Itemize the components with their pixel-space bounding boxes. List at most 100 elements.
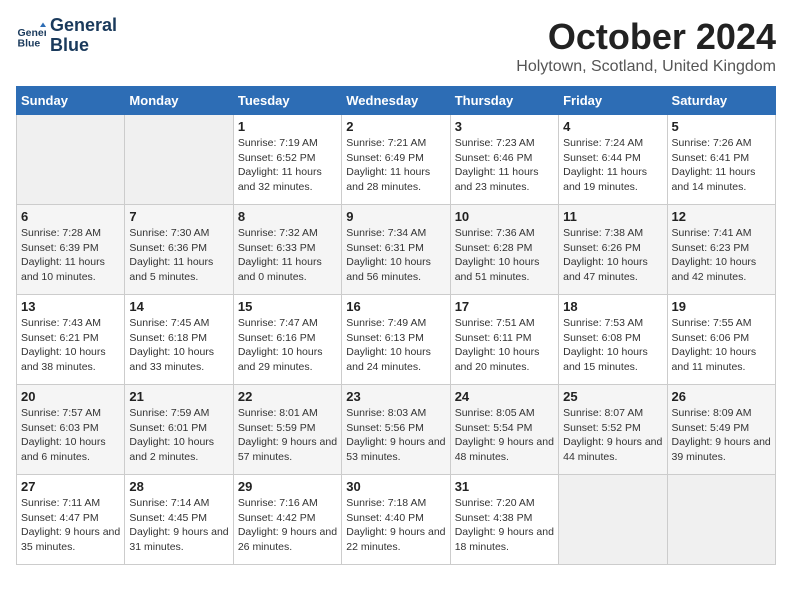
calendar-cell: 25 Sunrise: 8:07 AMSunset: 5:52 PMDaylig… [559, 385, 667, 475]
calendar-week-3: 13 Sunrise: 7:43 AMSunset: 6:21 PMDaylig… [17, 295, 776, 385]
calendar-week-2: 6 Sunrise: 7:28 AMSunset: 6:39 PMDayligh… [17, 205, 776, 295]
day-details: Sunrise: 7:23 AMSunset: 6:46 PMDaylight:… [455, 136, 554, 195]
day-details: Sunrise: 7:14 AMSunset: 4:45 PMDaylight:… [129, 496, 228, 555]
calendar-cell: 19 Sunrise: 7:55 AMSunset: 6:06 PMDaylig… [667, 295, 775, 385]
calendar-body: 1 Sunrise: 7:19 AMSunset: 6:52 PMDayligh… [17, 115, 776, 565]
calendar-table: Sunday Monday Tuesday Wednesday Thursday… [16, 86, 776, 565]
day-details: Sunrise: 8:05 AMSunset: 5:54 PMDaylight:… [455, 406, 554, 465]
day-details: Sunrise: 7:59 AMSunset: 6:01 PMDaylight:… [129, 406, 228, 465]
day-details: Sunrise: 7:53 AMSunset: 6:08 PMDaylight:… [563, 316, 662, 375]
calendar-cell: 18 Sunrise: 7:53 AMSunset: 6:08 PMDaylig… [559, 295, 667, 385]
day-number: 26 [672, 389, 771, 404]
day-details: Sunrise: 7:45 AMSunset: 6:18 PMDaylight:… [129, 316, 228, 375]
location-subtitle: Holytown, Scotland, United Kingdom [516, 58, 776, 76]
day-details: Sunrise: 7:30 AMSunset: 6:36 PMDaylight:… [129, 226, 228, 285]
day-number: 14 [129, 299, 228, 314]
calendar-cell: 9 Sunrise: 7:34 AMSunset: 6:31 PMDayligh… [342, 205, 450, 295]
day-details: Sunrise: 7:34 AMSunset: 6:31 PMDaylight:… [346, 226, 445, 285]
day-details: Sunrise: 8:09 AMSunset: 5:49 PMDaylight:… [672, 406, 771, 465]
day-details: Sunrise: 7:36 AMSunset: 6:28 PMDaylight:… [455, 226, 554, 285]
day-number: 18 [563, 299, 662, 314]
day-details: Sunrise: 7:18 AMSunset: 4:40 PMDaylight:… [346, 496, 445, 555]
day-details: Sunrise: 7:55 AMSunset: 6:06 PMDaylight:… [672, 316, 771, 375]
calendar-cell: 7 Sunrise: 7:30 AMSunset: 6:36 PMDayligh… [125, 205, 233, 295]
day-details: Sunrise: 7:28 AMSunset: 6:39 PMDaylight:… [21, 226, 120, 285]
day-number: 29 [238, 479, 337, 494]
day-number: 28 [129, 479, 228, 494]
day-details: Sunrise: 7:19 AMSunset: 6:52 PMDaylight:… [238, 136, 337, 195]
day-number: 31 [455, 479, 554, 494]
calendar-cell: 11 Sunrise: 7:38 AMSunset: 6:26 PMDaylig… [559, 205, 667, 295]
day-number: 15 [238, 299, 337, 314]
day-number: 24 [455, 389, 554, 404]
day-number: 9 [346, 209, 445, 224]
calendar-cell: 12 Sunrise: 7:41 AMSunset: 6:23 PMDaylig… [667, 205, 775, 295]
day-details: Sunrise: 7:57 AMSunset: 6:03 PMDaylight:… [21, 406, 120, 465]
day-number: 2 [346, 119, 445, 134]
col-friday: Friday [559, 87, 667, 115]
logo-text-line1: General [50, 16, 117, 36]
calendar-cell: 14 Sunrise: 7:45 AMSunset: 6:18 PMDaylig… [125, 295, 233, 385]
calendar-cell: 8 Sunrise: 7:32 AMSunset: 6:33 PMDayligh… [233, 205, 341, 295]
day-details: Sunrise: 7:24 AMSunset: 6:44 PMDaylight:… [563, 136, 662, 195]
day-number: 21 [129, 389, 228, 404]
calendar-cell: 1 Sunrise: 7:19 AMSunset: 6:52 PMDayligh… [233, 115, 341, 205]
day-number: 20 [21, 389, 120, 404]
calendar-cell: 31 Sunrise: 7:20 AMSunset: 4:38 PMDaylig… [450, 475, 558, 565]
day-number: 1 [238, 119, 337, 134]
day-details: Sunrise: 7:51 AMSunset: 6:11 PMDaylight:… [455, 316, 554, 375]
calendar-cell: 24 Sunrise: 8:05 AMSunset: 5:54 PMDaylig… [450, 385, 558, 475]
day-number: 11 [563, 209, 662, 224]
day-number: 7 [129, 209, 228, 224]
day-number: 8 [238, 209, 337, 224]
calendar-cell: 23 Sunrise: 8:03 AMSunset: 5:56 PMDaylig… [342, 385, 450, 475]
calendar-cell: 3 Sunrise: 7:23 AMSunset: 6:46 PMDayligh… [450, 115, 558, 205]
calendar-cell: 5 Sunrise: 7:26 AMSunset: 6:41 PMDayligh… [667, 115, 775, 205]
day-details: Sunrise: 7:20 AMSunset: 4:38 PMDaylight:… [455, 496, 554, 555]
calendar-cell: 28 Sunrise: 7:14 AMSunset: 4:45 PMDaylig… [125, 475, 233, 565]
calendar-cell: 27 Sunrise: 7:11 AMSunset: 4:47 PMDaylig… [17, 475, 125, 565]
day-details: Sunrise: 7:43 AMSunset: 6:21 PMDaylight:… [21, 316, 120, 375]
calendar-cell: 22 Sunrise: 8:01 AMSunset: 5:59 PMDaylig… [233, 385, 341, 475]
day-number: 5 [672, 119, 771, 134]
calendar-cell: 29 Sunrise: 7:16 AMSunset: 4:42 PMDaylig… [233, 475, 341, 565]
calendar-cell: 30 Sunrise: 7:18 AMSunset: 4:40 PMDaylig… [342, 475, 450, 565]
day-details: Sunrise: 7:21 AMSunset: 6:49 PMDaylight:… [346, 136, 445, 195]
day-details: Sunrise: 7:47 AMSunset: 6:16 PMDaylight:… [238, 316, 337, 375]
day-number: 16 [346, 299, 445, 314]
col-thursday: Thursday [450, 87, 558, 115]
calendar-week-1: 1 Sunrise: 7:19 AMSunset: 6:52 PMDayligh… [17, 115, 776, 205]
col-tuesday: Tuesday [233, 87, 341, 115]
day-number: 22 [238, 389, 337, 404]
col-wednesday: Wednesday [342, 87, 450, 115]
col-sunday: Sunday [17, 87, 125, 115]
day-number: 13 [21, 299, 120, 314]
day-number: 4 [563, 119, 662, 134]
header-row: Sunday Monday Tuesday Wednesday Thursday… [17, 87, 776, 115]
calendar-cell: 17 Sunrise: 7:51 AMSunset: 6:11 PMDaylig… [450, 295, 558, 385]
calendar-cell [17, 115, 125, 205]
day-number: 23 [346, 389, 445, 404]
calendar-cell: 21 Sunrise: 7:59 AMSunset: 6:01 PMDaylig… [125, 385, 233, 475]
calendar-cell: 4 Sunrise: 7:24 AMSunset: 6:44 PMDayligh… [559, 115, 667, 205]
calendar-cell: 16 Sunrise: 7:49 AMSunset: 6:13 PMDaylig… [342, 295, 450, 385]
calendar-cell [559, 475, 667, 565]
page-header: General Blue General Blue October 2024 H… [16, 16, 776, 76]
day-number: 10 [455, 209, 554, 224]
day-number: 25 [563, 389, 662, 404]
day-details: Sunrise: 7:38 AMSunset: 6:26 PMDaylight:… [563, 226, 662, 285]
calendar-cell [667, 475, 775, 565]
calendar-cell: 13 Sunrise: 7:43 AMSunset: 6:21 PMDaylig… [17, 295, 125, 385]
logo-text-line2: Blue [50, 36, 117, 56]
day-details: Sunrise: 7:16 AMSunset: 4:42 PMDaylight:… [238, 496, 337, 555]
day-details: Sunrise: 8:07 AMSunset: 5:52 PMDaylight:… [563, 406, 662, 465]
day-details: Sunrise: 7:32 AMSunset: 6:33 PMDaylight:… [238, 226, 337, 285]
logo: General Blue General Blue [16, 16, 117, 56]
calendar-week-5: 27 Sunrise: 7:11 AMSunset: 4:47 PMDaylig… [17, 475, 776, 565]
col-monday: Monday [125, 87, 233, 115]
day-number: 3 [455, 119, 554, 134]
day-number: 17 [455, 299, 554, 314]
day-number: 19 [672, 299, 771, 314]
day-details: Sunrise: 7:41 AMSunset: 6:23 PMDaylight:… [672, 226, 771, 285]
day-number: 6 [21, 209, 120, 224]
